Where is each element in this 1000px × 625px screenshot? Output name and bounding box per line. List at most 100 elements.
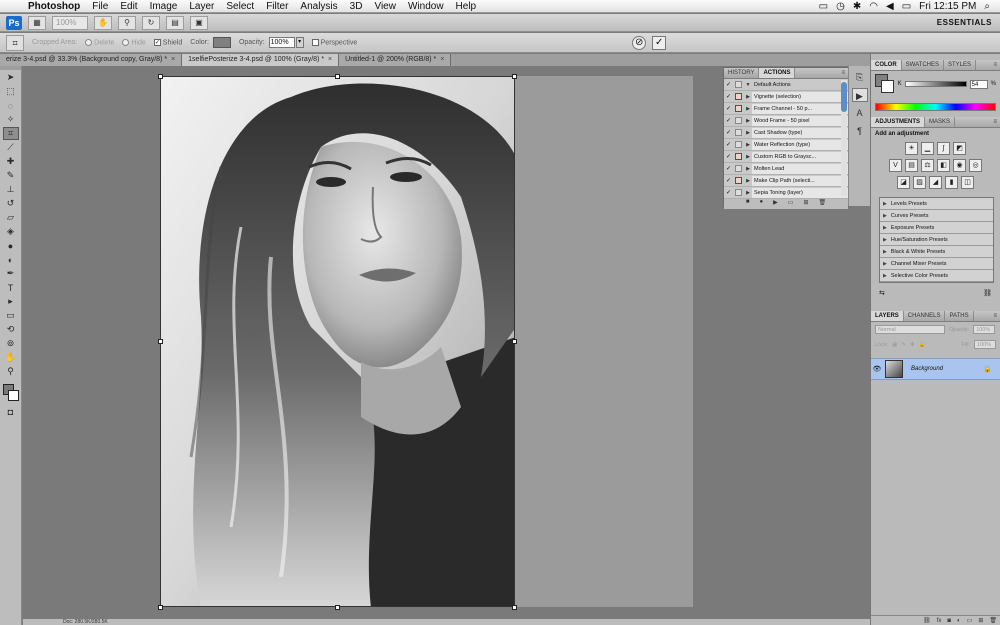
dodge-tool-icon[interactable]: ◐ xyxy=(3,253,19,266)
action-row[interactable]: ✓ ▶ Cast Shadow (type) xyxy=(724,127,848,139)
menu-window[interactable]: Window xyxy=(402,0,450,13)
menu-layer[interactable]: Layer xyxy=(183,0,220,13)
hue-saturation-icon[interactable]: ▤ xyxy=(905,159,918,172)
tab-actions[interactable]: ACTIONS xyxy=(759,68,796,78)
expand-triangle-icon[interactable]: ▶ xyxy=(744,178,752,184)
crop-tool-icon[interactable]: ⌗ xyxy=(2,127,19,140)
zoom-tool-icon[interactable]: ⚲ xyxy=(118,15,136,30)
brightness-contrast-icon[interactable]: ☀ xyxy=(905,142,918,155)
hand-tool-icon[interactable]: ✋ xyxy=(3,351,19,364)
expand-triangle-icon[interactable]: ▶ xyxy=(883,222,887,233)
bluetooth-icon[interactable]: ✱ xyxy=(853,1,861,12)
menu-select[interactable]: Select xyxy=(220,0,260,13)
dialog-toggle-icon[interactable] xyxy=(735,141,742,148)
lasso-tool-icon[interactable]: ◌ xyxy=(3,99,19,112)
expand-triangle-icon[interactable]: ▶ xyxy=(744,118,752,124)
hand-tool-icon[interactable]: ✋ xyxy=(94,15,112,30)
preset-item[interactable]: ▶ Curves Presets xyxy=(880,210,993,222)
new-set-icon[interactable]: ▭ xyxy=(788,199,794,209)
tab-document-2[interactable]: 1selfiePosterize 3-4.psd @ 100% (Gray/8)… xyxy=(182,54,340,66)
display-icon[interactable]: ▭ xyxy=(819,1,828,12)
expand-triangle-icon[interactable]: ▶ xyxy=(744,142,752,148)
tab-layers[interactable]: LAYERS xyxy=(871,311,904,321)
crop-handle-top-left[interactable] xyxy=(158,74,163,79)
tab-channels[interactable]: CHANNELS xyxy=(904,311,946,321)
menu-help[interactable]: Help xyxy=(450,0,483,13)
dialog-toggle-icon[interactable] xyxy=(735,105,742,112)
opacity-dropdown-icon[interactable]: ▾ xyxy=(295,37,304,48)
dialog-toggle-icon[interactable] xyxy=(735,189,742,196)
launch-bridge-icon[interactable]: ▦ xyxy=(28,15,46,30)
toolbox-grip[interactable] xyxy=(0,66,21,70)
tab-history[interactable]: HISTORY xyxy=(724,68,760,78)
vibrance-icon[interactable]: V xyxy=(889,159,902,172)
magic-wand-tool-icon[interactable]: ✧ xyxy=(3,113,19,126)
history-panel-icon[interactable]: ⎘ xyxy=(852,70,868,84)
toggle-check-icon[interactable]: ✓ xyxy=(724,81,733,88)
toggle-check-icon[interactable]: ✓ xyxy=(724,177,733,184)
pen-tool-icon[interactable]: ✒ xyxy=(3,267,19,280)
expand-triangle-icon[interactable]: ▶ xyxy=(744,130,752,136)
lock-position-icon[interactable]: ✥ xyxy=(910,342,915,348)
action-row[interactable]: ✓ ▶ Custom RGB to Graysc... xyxy=(724,151,848,163)
background-color-swatch[interactable] xyxy=(8,390,19,401)
crop-handle-bottom-left[interactable] xyxy=(158,605,163,610)
photo-crop-region[interactable] xyxy=(160,76,515,607)
channel-mixer-icon[interactable]: ◎ xyxy=(969,159,982,172)
clone-stamp-tool-icon[interactable]: ⊥ xyxy=(3,183,19,196)
tab-document-3[interactable]: Untitled-1 @ 200% (RGB/8) * × xyxy=(339,54,452,66)
dialog-toggle-icon[interactable] xyxy=(735,177,742,184)
dialog-toggle-icon[interactable] xyxy=(735,165,742,172)
cancel-crop-icon[interactable]: ⊘ xyxy=(632,35,647,50)
color-panel-swatches[interactable] xyxy=(875,74,894,94)
brush-tool-icon[interactable]: ✎ xyxy=(3,169,19,182)
toggle-check-icon[interactable]: ✓ xyxy=(724,93,733,100)
screen-mode-icon[interactable]: ▣ xyxy=(190,15,208,30)
3d-rotate-tool-icon[interactable]: ⟲ xyxy=(3,323,19,336)
action-row[interactable]: ✓ ▶ Wood Frame - 50 pixel xyxy=(724,115,848,127)
tab-masks[interactable]: MASKS xyxy=(925,117,956,127)
expand-triangle-icon[interactable]: ▶ xyxy=(744,166,752,172)
action-row[interactable]: ✓ ▶ Sepia Toning (layer) xyxy=(724,187,848,199)
clip-to-layer-icon[interactable]: ⛓ xyxy=(983,289,992,297)
expand-triangle-icon[interactable]: ▶ xyxy=(744,106,752,112)
dialog-toggle-icon[interactable] xyxy=(735,153,742,160)
zoom-tool-icon[interactable]: ⚲ xyxy=(3,365,19,378)
spotlight-icon[interactable]: ⌕ xyxy=(984,1,990,12)
visibility-eye-icon[interactable]: 👁 xyxy=(871,365,883,373)
shield-color-swatch[interactable] xyxy=(212,37,231,48)
menu-file[interactable]: File xyxy=(86,0,114,13)
new-action-icon[interactable]: ⊞ xyxy=(803,199,808,209)
toggle-check-icon[interactable]: ✓ xyxy=(724,165,733,172)
color-spectrum-ramp[interactable] xyxy=(875,103,996,111)
history-brush-tool-icon[interactable]: ↺ xyxy=(3,197,19,210)
background-color-swatch[interactable] xyxy=(881,80,894,93)
dialog-toggle-icon[interactable] xyxy=(735,81,742,88)
menubar-clock[interactable]: Fri 12:15 PM xyxy=(919,1,976,12)
action-set-row[interactable]: ✓ ▼ Default Actions xyxy=(724,79,848,91)
action-row[interactable]: ✓ ▶ Vignette (selection) xyxy=(724,91,848,103)
curves-icon[interactable]: ∫ xyxy=(937,142,950,155)
tab-document-1[interactable]: erize 3-4.psd @ 33.3% (Background copy, … xyxy=(0,54,183,66)
crop-handle-right[interactable] xyxy=(512,339,517,344)
preset-item[interactable]: ▶ Exposure Presets xyxy=(880,222,993,234)
expand-triangle-icon[interactable]: ▶ xyxy=(744,94,752,100)
trash-icon[interactable]: 🗑 xyxy=(989,616,997,625)
wifi-icon[interactable]: ◠ xyxy=(869,1,878,12)
menu-3d[interactable]: 3D xyxy=(344,0,369,13)
menu-view[interactable]: View xyxy=(368,0,402,13)
expand-triangle-icon[interactable]: ▶ xyxy=(744,190,752,196)
quick-mask-icon[interactable]: ◘ xyxy=(3,405,19,418)
eyedropper-tool-icon[interactable]: ⟋ xyxy=(3,141,19,154)
layer-style-icon[interactable]: fx xyxy=(937,616,942,625)
crop-handle-bottom-right[interactable] xyxy=(512,605,517,610)
actions-scrollbar[interactable] xyxy=(841,80,847,196)
arrange-documents-icon[interactable]: ▤ xyxy=(166,15,184,30)
toggle-check-icon[interactable]: ✓ xyxy=(724,153,733,160)
crop-handle-top[interactable] xyxy=(335,74,340,79)
tab-styles[interactable]: STYLES xyxy=(944,60,977,70)
menu-filter[interactable]: Filter xyxy=(260,0,294,13)
lock-transparency-icon[interactable]: ▦ xyxy=(892,342,897,348)
close-icon[interactable]: × xyxy=(440,54,444,66)
close-icon[interactable]: × xyxy=(328,54,332,66)
